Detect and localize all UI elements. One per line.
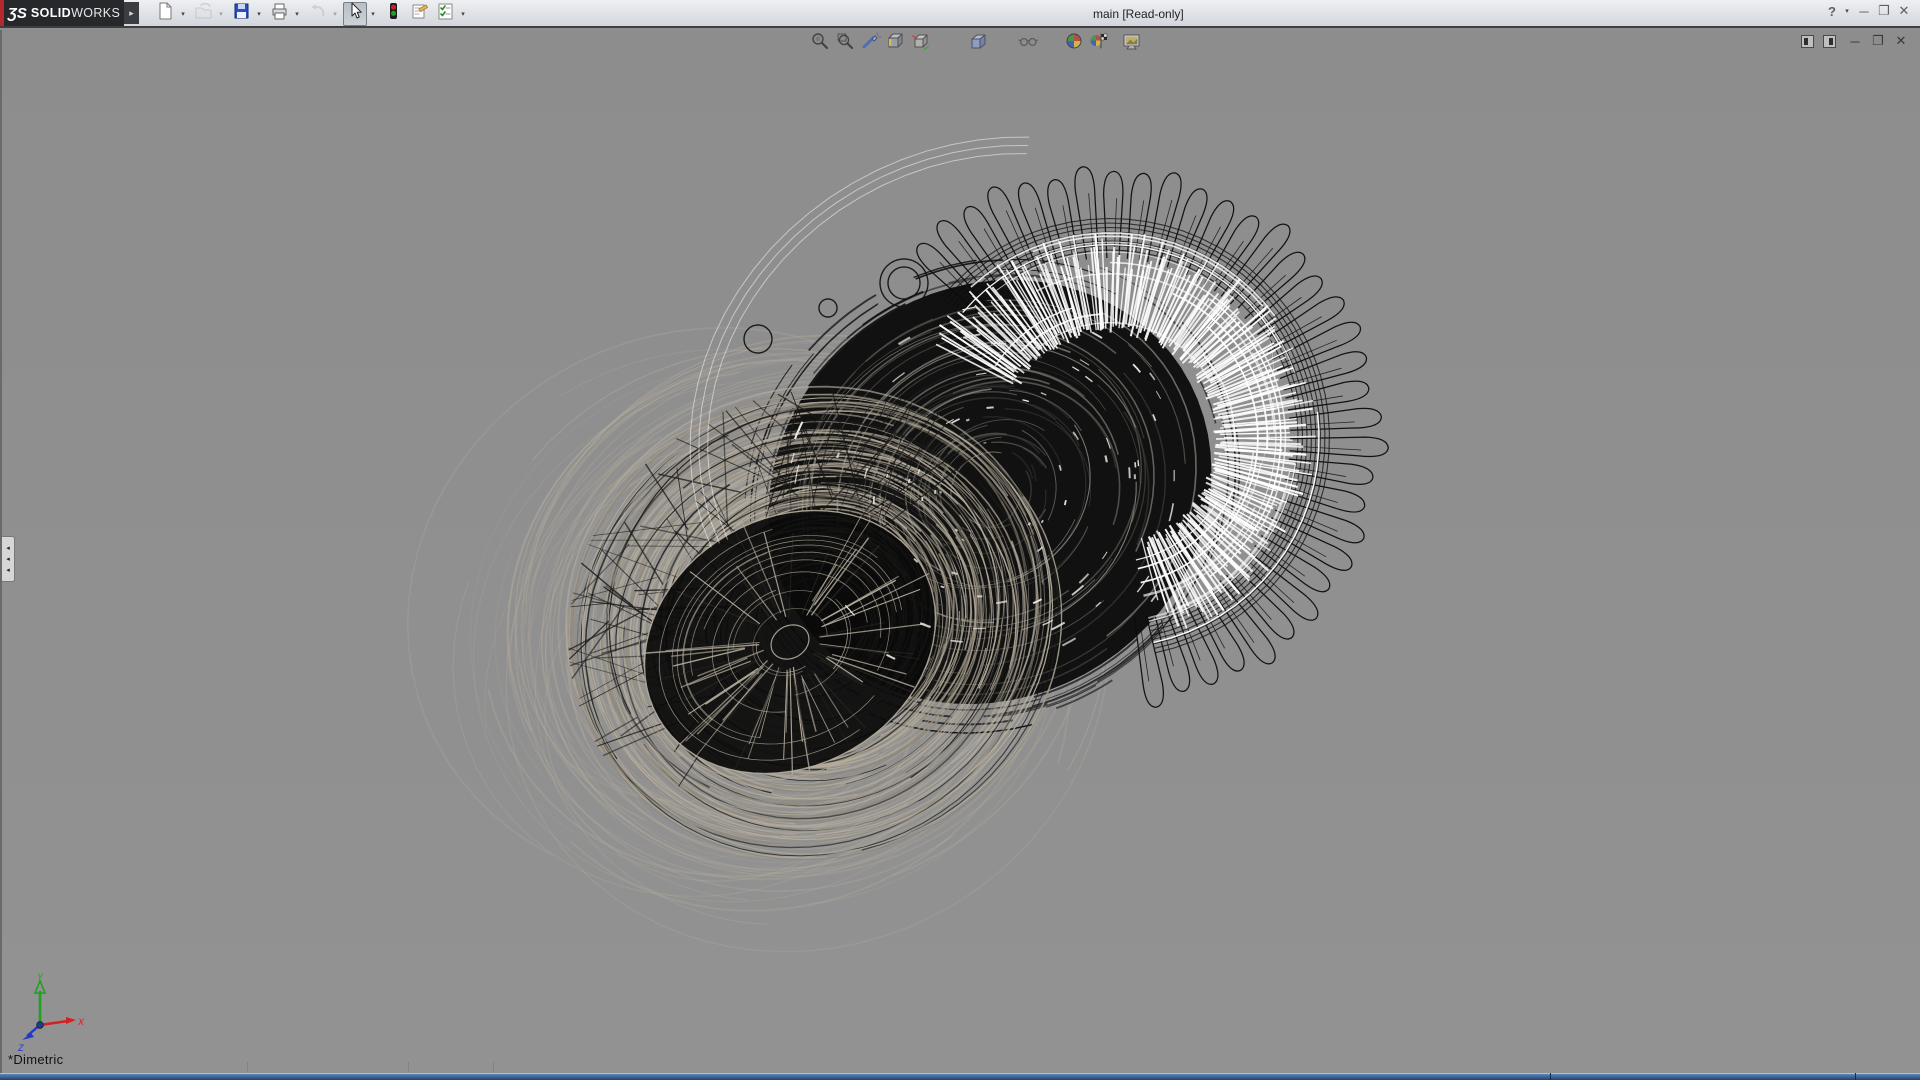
print-button[interactable] xyxy=(267,2,291,26)
taskbar-separator xyxy=(1550,1073,1551,1080)
options-checklist-icon xyxy=(434,0,456,27)
eyeglasses-icon xyxy=(1017,30,1039,57)
select-dropdown-icon[interactable]: ▾ xyxy=(368,10,378,18)
title-bar: ƷSSOLIDWORKS ▸ ▾▾▾▾▾▾▾ main [Read-only] … xyxy=(0,0,1920,28)
section-view-button[interactable] xyxy=(883,32,907,54)
file-properties-button[interactable] xyxy=(407,2,431,26)
collapse-arrow-icon: ◂ xyxy=(6,554,10,565)
open-document-button[interactable] xyxy=(191,2,215,26)
next-document-icon xyxy=(1829,38,1833,45)
undo-button[interactable] xyxy=(305,2,329,26)
headsup-view-toolbar xyxy=(808,32,1143,54)
previous-view-button[interactable] xyxy=(858,32,882,54)
close-button[interactable]: ✕ xyxy=(1894,3,1914,19)
options-dropdown-icon[interactable]: ▾ xyxy=(458,10,468,18)
status-separator xyxy=(247,1062,248,1072)
undo-dropdown-icon[interactable]: ▾ xyxy=(330,10,340,18)
previous-document-button[interactable] xyxy=(1801,35,1814,48)
taskbar-separator xyxy=(1855,1073,1856,1080)
model-wireframe xyxy=(2,30,1920,1073)
document-minimize-button[interactable]: ─ xyxy=(1845,34,1865,49)
solidworks-logo-icon: ƷS xyxy=(8,5,27,22)
solidworks-logo: ƷS SOLIDWORKS xyxy=(4,0,124,26)
options-button[interactable] xyxy=(433,2,457,26)
view-settings-button[interactable] xyxy=(1119,32,1143,54)
open-document-dropdown-icon[interactable]: ▾ xyxy=(216,10,226,18)
display-style-icon xyxy=(967,30,989,57)
scene-flag-icon xyxy=(1088,30,1110,57)
minimize-button[interactable]: ─ xyxy=(1854,4,1874,19)
status-separator xyxy=(493,1062,494,1072)
new-document-dropdown-icon[interactable]: ▾ xyxy=(178,10,188,18)
color-ball-icon xyxy=(1063,30,1085,57)
section-view-icon xyxy=(884,30,906,57)
traffic-light-icon xyxy=(382,0,404,27)
print-dropdown-icon[interactable]: ▾ xyxy=(292,10,302,18)
open-folder-icon xyxy=(192,0,214,27)
zoom-to-area-button[interactable] xyxy=(833,32,857,54)
new-document-icon xyxy=(154,0,176,27)
document-close-button[interactable]: ✕ xyxy=(1891,33,1911,49)
file-properties-icon xyxy=(408,0,430,27)
rebuild-button[interactable] xyxy=(381,2,405,26)
zoom-to-fit-button[interactable] xyxy=(808,32,832,54)
taskbar-edge xyxy=(0,1073,1920,1080)
hide-show-items-button[interactable] xyxy=(1016,32,1040,54)
graphics-viewport[interactable]: ─ ❐ ✕ ◂ ◂ ◂ YXZ xyxy=(0,30,1920,1073)
document-restore-button[interactable]: ❐ xyxy=(1868,33,1888,49)
previous-view-icon xyxy=(859,30,881,57)
printer-icon xyxy=(268,0,290,27)
status-separator xyxy=(408,1062,409,1072)
help-dropdown-icon[interactable]: ▾ xyxy=(1842,7,1852,15)
document-window-controls: ─ ❐ ✕ xyxy=(1801,33,1914,49)
view-orientation-label: *Dimetric xyxy=(8,1052,63,1067)
collapse-arrow-icon: ◂ xyxy=(6,565,10,576)
document-title: main [Read-only] xyxy=(1093,7,1184,21)
brand-text-light: WORKS xyxy=(71,6,120,20)
select-button[interactable] xyxy=(343,2,367,26)
save-dropdown-icon[interactable]: ▾ xyxy=(254,10,264,18)
restore-button[interactable]: ❐ xyxy=(1874,3,1894,19)
solidworks-window: { "app": { "brand_glyph": "ƷS", "brand_b… xyxy=(0,0,1920,1080)
view-orientation-icon xyxy=(909,30,931,57)
view-orientation-button[interactable] xyxy=(908,32,932,54)
zoom-to-fit-icon xyxy=(809,30,831,57)
svg-text:Y: Y xyxy=(37,973,44,982)
apply-scene-button[interactable] xyxy=(1087,32,1111,54)
menu-flyout-button[interactable]: ▸ xyxy=(124,2,139,24)
previous-document-icon xyxy=(1804,38,1808,45)
brand-text-bold: SOLID xyxy=(31,6,71,20)
orientation-triad: YXZ xyxy=(10,973,94,1062)
collapse-arrow-icon: ◂ xyxy=(6,543,10,554)
save-floppy-icon xyxy=(230,0,252,27)
monitor-icon xyxy=(1120,30,1142,57)
next-document-button[interactable] xyxy=(1823,35,1836,48)
undo-arrow-icon xyxy=(306,0,328,27)
edit-appearance-button[interactable] xyxy=(1062,32,1086,54)
display-style-button[interactable] xyxy=(966,32,990,54)
window-controls: ? ▾ ─ ❐ ✕ xyxy=(1822,3,1914,19)
svg-text:X: X xyxy=(77,1017,85,1027)
main-toolbar: ▾ ▾ ▾ ▾ ▾ ▾ ▾ xyxy=(152,1,470,26)
help-button[interactable]: ? xyxy=(1822,4,1842,19)
save-button[interactable] xyxy=(229,2,253,26)
select-cursor-icon xyxy=(344,0,366,27)
zoom-to-area-icon xyxy=(834,30,856,57)
feature-tree-flyout-handle[interactable]: ◂ ◂ ◂ xyxy=(2,536,15,582)
new-document-button[interactable] xyxy=(153,2,177,26)
